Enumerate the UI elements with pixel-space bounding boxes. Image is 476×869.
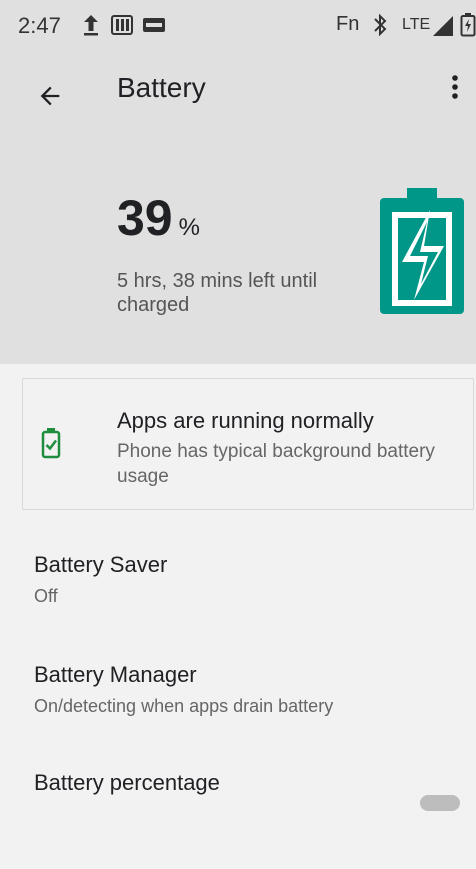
battery-charging-icon [380, 188, 464, 314]
setting-title: Battery Saver [34, 552, 168, 577]
battery-status-icon [460, 13, 476, 37]
network-type: LTE [402, 16, 431, 33]
setting-summary: On/detecting when apps drain battery [34, 696, 334, 716]
card-subtitle: Phone has typical background battery usa… [117, 441, 435, 487]
status-time: 2:47 [18, 13, 61, 38]
sim-card-icon [110, 13, 134, 37]
card-title: Apps are running normally [117, 408, 374, 433]
more-vert-icon [452, 75, 458, 99]
battery-percent: 39% [117, 190, 200, 246]
battery-percent-value: 39 [117, 190, 173, 246]
page-title: Battery [117, 72, 206, 103]
bluetooth-icon [372, 12, 388, 38]
battery-percentage-toggle[interactable] [420, 795, 460, 811]
battery-manager-setting[interactable]: Battery Manager On/detecting when apps d… [0, 661, 476, 761]
more-options-button[interactable] [440, 72, 470, 102]
status-bar: 2:47 Fn LTE [0, 0, 476, 50]
battery-check-icon [41, 428, 61, 459]
battery-header: Battery 39% 5 hrs, 38 mins left until ch… [0, 50, 476, 364]
setting-title: Battery percentage [34, 770, 220, 795]
setting-title: Battery Manager [34, 662, 197, 687]
upload-icon [80, 12, 102, 38]
battery-saver-setting[interactable]: Battery Saver Off [0, 551, 476, 651]
fn-indicator: Fn [336, 13, 360, 35]
setting-summary: Off [34, 586, 58, 606]
battery-status-card[interactable]: Apps are running normally Phone has typi… [22, 378, 474, 510]
signal-icon [433, 16, 453, 36]
back-button[interactable] [26, 72, 74, 120]
charge-estimate: 5 hrs, 38 mins left until charged [117, 270, 318, 316]
volte-icon [143, 18, 165, 32]
battery-percent-unit: % [178, 214, 200, 241]
battery-percentage-setting[interactable]: Battery percentage [0, 769, 476, 869]
arrow-left-icon [40, 86, 60, 106]
